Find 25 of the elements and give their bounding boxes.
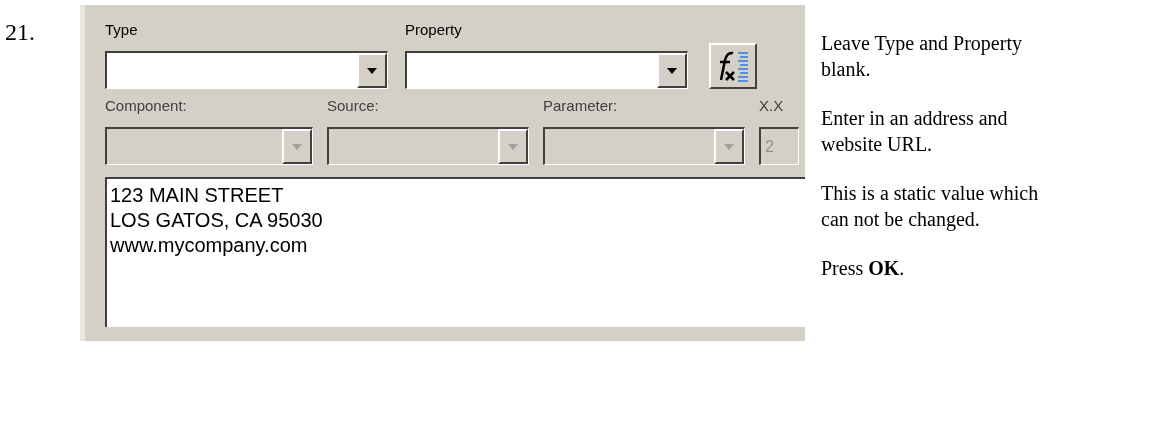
instruction-text: This is a static value which can not be changed. [821,181,1040,232]
field-label: Component: [105,97,188,115]
instruction-text: Press OK. [821,256,906,281]
field-label: Parameter: [543,97,619,115]
dropdown-arrow-button[interactable] [657,53,687,88]
field-label: Type [105,21,139,39]
function-button[interactable] [709,43,757,89]
caret-icon [508,143,518,150]
step-number: 21. [5,19,35,45]
instruction-text: Leave Type and Property blank. [821,31,1023,82]
field-label: Property [405,21,463,39]
text-area[interactable]: 123 MAIN STREET LOS GATOS, CA 95030 www.mycompany.com [105,177,805,327]
dropdown-field[interactable] [405,51,688,89]
caret-icon [367,67,377,74]
text-line: LOS GATOS, CA 95030 [110,208,324,233]
caret-icon [724,143,734,150]
dropdown-field[interactable] [105,51,388,89]
field-label: X.X [759,97,785,115]
field-label: Source: [327,97,380,115]
caret-icon [292,143,302,150]
dropdown-arrow-button[interactable] [357,53,387,88]
instruction-text: Enter in an address and website URL. [821,106,1009,157]
caret-icon [667,67,677,74]
text-line: 123 MAIN STREET [110,183,285,208]
text-line: www.mycompany.com [110,233,309,258]
